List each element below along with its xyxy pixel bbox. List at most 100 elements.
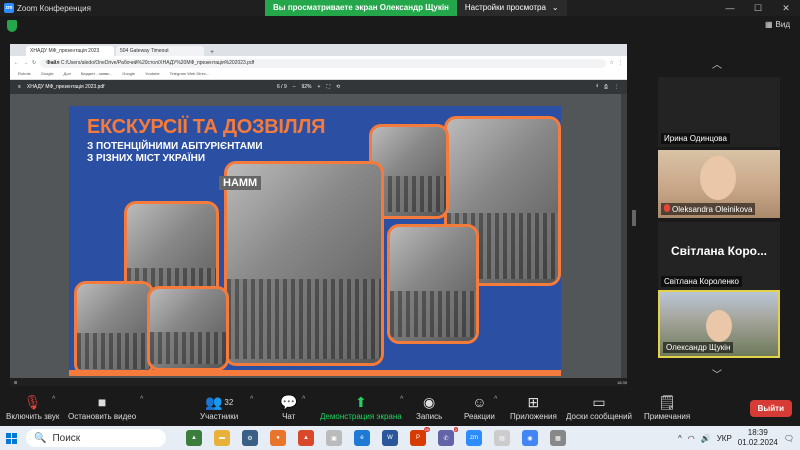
- volume-icon[interactable]: 🔊: [701, 434, 711, 443]
- participant-tile[interactable]: Oleksandra Oleinikova: [658, 150, 780, 218]
- firefox-icon[interactable]: ●: [270, 430, 286, 446]
- participant-tile[interactable]: Світлана Коро... Світлана Короленко: [658, 222, 780, 290]
- clock[interactable]: 18:39 01.02.2024: [738, 428, 778, 448]
- address-row: ← → ↻ Файл C:/Users/aledo/OneDrive/Рабоч…: [10, 56, 627, 70]
- bookmark-item[interactable]: Бюджет - заявк...: [81, 71, 112, 78]
- view-label: Вид: [775, 20, 790, 29]
- video-options-icon[interactable]: ^: [140, 396, 143, 403]
- rotate-icon[interactable]: ⟲: [336, 84, 340, 90]
- zoom-out-icon[interactable]: –: [293, 84, 296, 90]
- apps-icon: ⊞: [527, 393, 540, 410]
- participant-tile[interactable]: Ирина Одинцова: [658, 77, 780, 147]
- download-icon[interactable]: ⭳: [596, 83, 598, 91]
- maximize-icon[interactable]: ☐: [744, 0, 772, 16]
- pdf-scrollbar[interactable]: [621, 94, 627, 384]
- star-icon[interactable]: ☆: [610, 60, 614, 66]
- bookmark-item[interactable]: Доп: [64, 71, 71, 78]
- close-icon[interactable]: ✕: [772, 0, 800, 16]
- file-explorer-icon[interactable]: ▬: [214, 430, 230, 446]
- app-icon[interactable]: ▣: [326, 430, 342, 446]
- pdf-toolbar: ≡ ХНАДУ МФ_презентація 2023.pdf 6 / 9 – …: [10, 80, 627, 94]
- bookmark-item[interactable]: Youtube: [145, 71, 160, 78]
- language-indicator[interactable]: УКР: [717, 434, 732, 443]
- bookmark-item[interactable]: Google: [122, 71, 135, 78]
- share-screen-button[interactable]: ⬆ Демонстрация экрана: [320, 392, 402, 422]
- network-icon[interactable]: ◠: [688, 434, 695, 443]
- view-options-button[interactable]: Настройки просмотра ⌄: [456, 0, 567, 16]
- matlab-icon[interactable]: ▲: [298, 430, 314, 446]
- bookmark-item[interactable]: Telegram Web Direc...: [170, 71, 210, 78]
- address-bar[interactable]: Файл C:/Users/aledo/OneDrive/Рабочий%20с…: [40, 58, 606, 68]
- new-tab-icon[interactable]: +: [206, 49, 218, 56]
- system-tray: ^ ◠ 🔊 УКР 18:39 01.02.2024 🗨: [678, 428, 794, 448]
- participant-face: [700, 156, 736, 200]
- pdf-title: ХНАДУ МФ_презентація 2023.pdf: [26, 84, 105, 90]
- widget-icon[interactable]: ▲: [186, 430, 202, 446]
- shared-screen: ХНАДУ МФ_презентація 2023 504 Gateway Ti…: [10, 44, 627, 386]
- leave-button[interactable]: Выйти: [749, 400, 792, 417]
- notes-icon: 🗒: [658, 393, 676, 410]
- chat-options-icon[interactable]: ^: [302, 396, 305, 403]
- apps-button[interactable]: ⊞ Приложения: [510, 392, 557, 422]
- share-label: Демонстрация экрана: [320, 412, 402, 421]
- reactions-options-icon[interactable]: ^: [494, 396, 497, 403]
- chevron-down-icon[interactable]: ﹀: [712, 366, 722, 381]
- participants-options-icon[interactable]: ^: [250, 396, 253, 403]
- unmute-label: Включить звук: [6, 412, 60, 421]
- gallery-scrollbar[interactable]: [632, 210, 636, 226]
- forward-icon[interactable]: →: [23, 60, 28, 66]
- start-button[interactable]: [0, 432, 22, 444]
- fit-icon[interactable]: ⛶: [326, 84, 330, 90]
- edge-icon[interactable]: e: [354, 430, 370, 446]
- back-icon[interactable]: ←: [14, 60, 19, 66]
- chrome-icon[interactable]: ◉: [522, 430, 538, 446]
- security-shield-icon[interactable]: [7, 20, 17, 32]
- chevron-up-tray-icon[interactable]: ^: [678, 434, 682, 443]
- menu-icon[interactable]: ⋮: [618, 60, 623, 66]
- slide-photo: [387, 224, 479, 344]
- notes-button[interactable]: 🗒 Примечания: [644, 392, 690, 422]
- participants-button[interactable]: 👥 32 Участники: [200, 392, 238, 422]
- share-options-icon[interactable]: ^: [400, 396, 403, 403]
- participant-name: Oleksandra Oleinikova: [661, 203, 756, 215]
- participant-tile-active[interactable]: Олександр Щукін: [658, 290, 780, 358]
- chat-button[interactable]: 💬 Чат: [280, 392, 297, 422]
- bookmark-item[interactable]: Robots: [18, 71, 31, 78]
- browser-tab[interactable]: ХНАДУ МФ_презентація 2023: [26, 46, 114, 56]
- camera-icon: ■: [97, 394, 107, 410]
- page-total: 9: [283, 84, 287, 90]
- share-screen-icon: ⬆: [355, 393, 367, 410]
- minimize-icon[interactable]: —: [716, 0, 744, 16]
- taskbar-search[interactable]: 🔍 Поиск: [26, 429, 166, 447]
- hamburger-icon[interactable]: ≡: [18, 84, 21, 90]
- app-title: zm Zoom Конференция: [4, 3, 91, 13]
- whiteboards-button[interactable]: ▭ Доски сообщений: [566, 392, 632, 422]
- stop-video-button[interactable]: ■ Остановить видео: [68, 392, 136, 421]
- notifications-icon[interactable]: 🗨: [784, 434, 794, 443]
- powerpoint-icon[interactable]: P 20: [410, 427, 430, 446]
- app-icon[interactable]: ▤: [494, 430, 510, 446]
- viber-icon[interactable]: ✆ 2: [438, 427, 458, 446]
- view-button[interactable]: ▦ Вид: [765, 20, 790, 29]
- search-icon: 🔍: [34, 432, 47, 444]
- participant-name: Світлана Короленко: [661, 276, 742, 287]
- chevron-up-icon[interactable]: ︿: [712, 56, 722, 71]
- zoom-taskbar-icon[interactable]: zm: [466, 430, 482, 446]
- calculator-icon[interactable]: ▦: [550, 430, 566, 446]
- record-button[interactable]: ◉ Запись: [416, 392, 442, 422]
- page-indicator[interactable]: 6 / 9: [277, 84, 287, 90]
- reactions-button[interactable]: ☺ Реакции: [464, 392, 495, 421]
- audio-options-icon[interactable]: ^: [52, 396, 55, 403]
- print-icon[interactable]: ⎙: [604, 84, 608, 90]
- word-icon[interactable]: W: [382, 430, 398, 446]
- meeting-controls: 🎙 Включить звук ^ ■ Остановить видео ^ 👥…: [0, 388, 800, 426]
- bookmark-item[interactable]: Google: [41, 71, 54, 78]
- mic-muted-icon: 🎙: [23, 393, 42, 410]
- settings-icon[interactable]: ⚙: [242, 430, 258, 446]
- more-icon[interactable]: ⋮: [614, 84, 619, 90]
- browser-tab[interactable]: 504 Gateway Timeout: [116, 46, 204, 56]
- zoom-in-icon[interactable]: +: [318, 84, 321, 90]
- reload-icon[interactable]: ↻: [32, 60, 36, 66]
- zoom-level[interactable]: 92%: [302, 84, 312, 90]
- page-current: 6: [276, 84, 280, 90]
